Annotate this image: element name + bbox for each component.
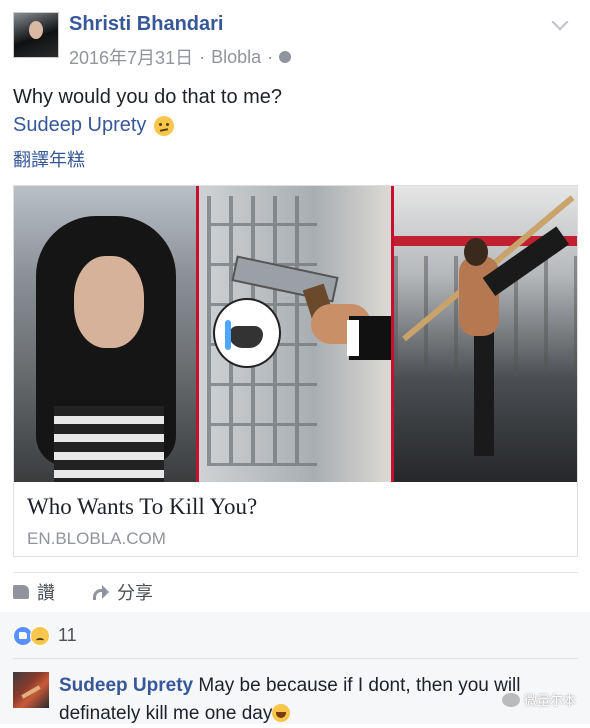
like-button[interactable]: 讚 xyxy=(13,579,55,605)
share-arrow-icon xyxy=(93,585,109,600)
comment-author[interactable]: Sudeep Uprety xyxy=(59,675,193,696)
thumbs-up-icon xyxy=(13,585,29,599)
image-panel-girl xyxy=(14,186,197,482)
divider xyxy=(13,572,578,573)
man-leg xyxy=(473,326,494,456)
post-app[interactable]: Blobla xyxy=(211,47,261,68)
shirt-cuff xyxy=(347,320,360,356)
author-name[interactable]: Shristi Bhandari xyxy=(69,13,223,36)
man-body xyxy=(458,256,499,336)
commenter-avatar[interactable] xyxy=(13,672,49,708)
reaction-count[interactable]: 11 xyxy=(58,625,77,646)
image-panel-gun xyxy=(199,186,391,482)
comment: Sudeep Uprety May be because if I dont, … xyxy=(59,672,559,728)
link-preview-image[interactable] xyxy=(14,186,578,482)
share-button[interactable]: 分享 xyxy=(93,579,153,605)
post-header: Shristi Bhandari 2016年7月31日 · Blobla · xyxy=(13,12,580,68)
divider xyxy=(13,658,578,659)
reactions-summary[interactable]: 11 xyxy=(13,625,77,646)
confused-emoji-icon xyxy=(154,115,175,136)
man-head xyxy=(463,238,488,266)
image-panel-gym xyxy=(393,186,578,482)
watermark: 微量尔本 xyxy=(501,690,576,709)
meta-separator: · xyxy=(199,46,206,67)
share-label: 分享 xyxy=(117,583,153,603)
laughing-emoji-icon xyxy=(272,704,291,722)
globe-icon xyxy=(279,51,292,63)
link-title[interactable]: Who Wants To Kill You? xyxy=(27,494,257,520)
face-shape xyxy=(74,256,144,348)
meta-separator: · xyxy=(267,46,274,67)
link-domain: EN.BLOBLA.COM xyxy=(27,529,166,548)
striped-shirt xyxy=(54,406,164,482)
post-actions: 讚 分享 xyxy=(13,579,153,605)
link-preview-card[interactable]: Who Wants To Kill You? EN.BLOBLA.COM xyxy=(13,185,578,557)
tear-shape xyxy=(225,320,232,350)
watermark-text: 微量尔本 xyxy=(523,693,576,708)
like-label: 讚 xyxy=(37,583,55,603)
translate-link[interactable]: 翻譯年糕 xyxy=(13,146,85,172)
wechat-icon xyxy=(501,692,520,707)
mention-line: Sudeep Uprety xyxy=(13,114,175,137)
post-meta: 2016年7月31日 · Blobla · xyxy=(69,44,292,70)
mention-link[interactable]: Sudeep Uprety xyxy=(13,114,146,137)
chevron-down-icon[interactable] xyxy=(551,13,569,31)
sad-reaction-icon xyxy=(30,625,50,646)
author-avatar[interactable] xyxy=(13,12,59,58)
crying-rage-face-icon xyxy=(213,298,282,368)
post-date[interactable]: 2016年7月31日 xyxy=(69,44,193,70)
post-text: Why would you do that to me? xyxy=(13,86,283,108)
